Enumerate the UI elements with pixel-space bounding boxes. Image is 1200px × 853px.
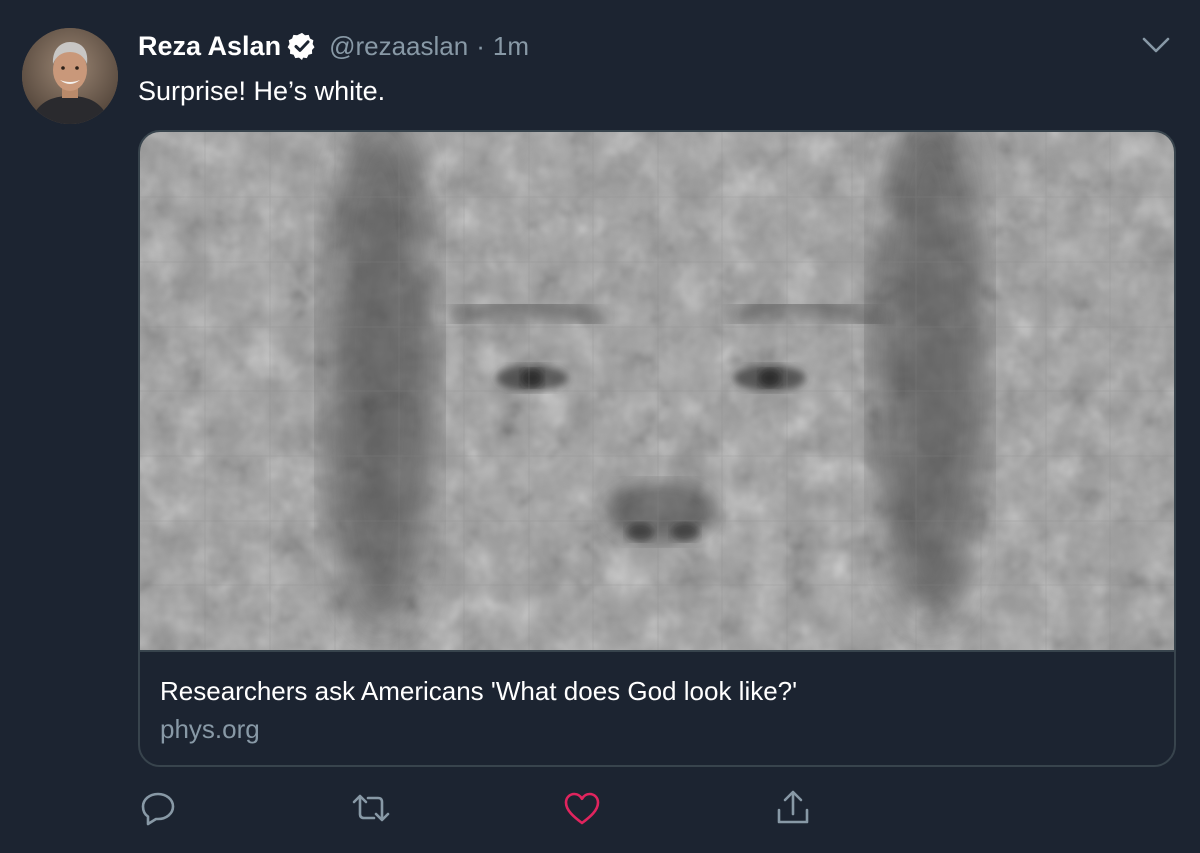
face-composite-image [140, 132, 1174, 650]
like-button[interactable] [560, 786, 604, 830]
retweet-icon [352, 794, 390, 822]
tweet-text: Surprise! He’s white. [138, 76, 386, 106]
tweet-header: Reza Aslan @rezaaslan · 1m [138, 28, 529, 64]
card-domain: phys.org [160, 714, 260, 744]
tweet[interactable]: Reza Aslan @rezaaslan · 1m Surprise! He’… [0, 0, 1200, 853]
chevron-down-icon [1142, 37, 1170, 53]
retweet-button[interactable] [349, 786, 393, 830]
author-handle[interactable]: @rezaaslan [329, 31, 468, 62]
tweet-menu-button[interactable] [1138, 30, 1174, 60]
separator-dot: · [476, 30, 485, 61]
heart-icon [564, 792, 600, 825]
card-title[interactable]: Researchers ask Americans 'What does God… [160, 676, 797, 707]
timestamp[interactable]: 1m [493, 31, 529, 62]
share-button[interactable] [771, 786, 815, 830]
avatar[interactable] [22, 28, 118, 124]
card-image[interactable] [140, 132, 1174, 650]
link-card[interactable]: Researchers ask Americans 'What does God… [138, 130, 1176, 767]
card-divider [140, 650, 1174, 652]
tweet-actions [0, 786, 1200, 830]
author-name[interactable]: Reza Aslan [138, 31, 281, 62]
reply-icon [141, 792, 175, 826]
reply-button[interactable] [136, 786, 180, 830]
share-icon [777, 790, 809, 824]
verified-badge-icon [287, 31, 317, 61]
